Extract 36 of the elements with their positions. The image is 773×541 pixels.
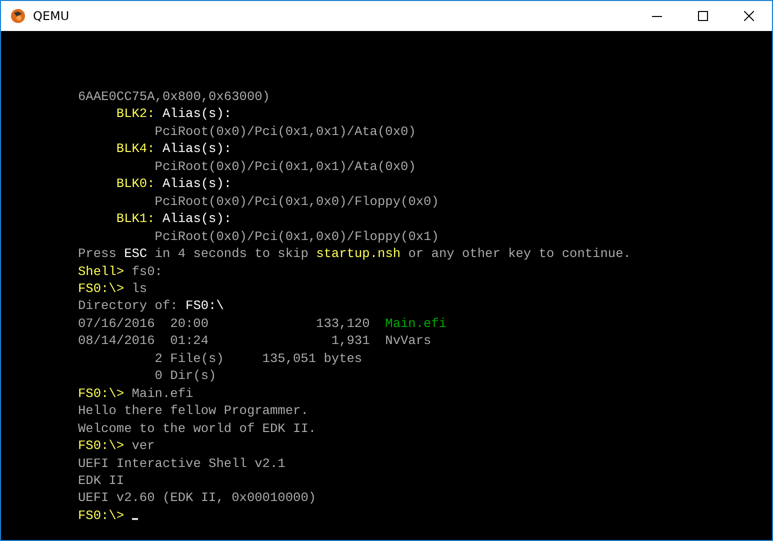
- console-line: 6AAE0CC75A,0x800,0x63000): [78, 88, 270, 106]
- window-title: QEMU: [33, 9, 70, 23]
- maximize-icon: [698, 11, 708, 21]
- console-line: UEFI Interactive Shell v2.1: [78, 454, 286, 472]
- console-line: BLK1: Alias(s):: [116, 210, 232, 228]
- file-date: 08/14/2016: [78, 332, 155, 350]
- console-line: FS0:\> ls: [78, 280, 148, 298]
- count-text: 0 Dir(s): [154, 367, 216, 385]
- console-line: PciRoot(0x0)/Pci(0x1,0x0)/Floppy(0x1): [154, 228, 439, 246]
- console-line: BLK2: Alias(s):: [116, 105, 232, 123]
- console-line: UEFI v2.60 (EDK II, 0x00010000): [78, 489, 316, 507]
- console-line: FS0:\>: [78, 506, 138, 524]
- file-date: 07/16/2016: [78, 314, 155, 332]
- count-text: 2 File(s): [154, 350, 224, 368]
- console-line: BLK0: Alias(s):: [116, 175, 232, 193]
- console-line: PciRoot(0x0)/Pci(0x1,0x1)/Ata(0x0): [154, 158, 416, 176]
- file-size: 1,931: [331, 332, 370, 350]
- close-icon: [744, 11, 754, 21]
- app-icon: [10, 8, 26, 24]
- console-line: EDK II: [78, 472, 124, 490]
- console-line: Press ESC in 4 seconds to skip startup.nsh or any other key to continue.: [78, 245, 631, 263]
- file-time: 01:24: [170, 332, 209, 350]
- console-line: BLK4: Alias(s):: [116, 140, 232, 158]
- file-name: Main.efi: [385, 314, 447, 332]
- console-line: PciRoot(0x0)/Pci(0x1,0x0)/Floppy(0x0): [154, 192, 439, 210]
- file-name: NvVars: [385, 332, 432, 350]
- console-line: FS0:\> Main.efi: [78, 384, 194, 402]
- file-size: 133,120: [316, 314, 370, 332]
- console-line: Hello there fellow Programmer.: [78, 402, 308, 420]
- console-line: PciRoot(0x0)/Pci(0x1,0x1)/Ata(0x0): [154, 122, 416, 140]
- file-time: 20:00: [170, 314, 209, 332]
- console-line: Shell> fs0:: [78, 262, 162, 280]
- console-line: Directory of: FS0:\: [78, 297, 224, 315]
- console-line: Welcome to the world of EDK II.: [78, 420, 316, 438]
- byte-total: 135,051 bytes: [262, 350, 362, 368]
- console-line: FS0:\> ver: [78, 437, 155, 455]
